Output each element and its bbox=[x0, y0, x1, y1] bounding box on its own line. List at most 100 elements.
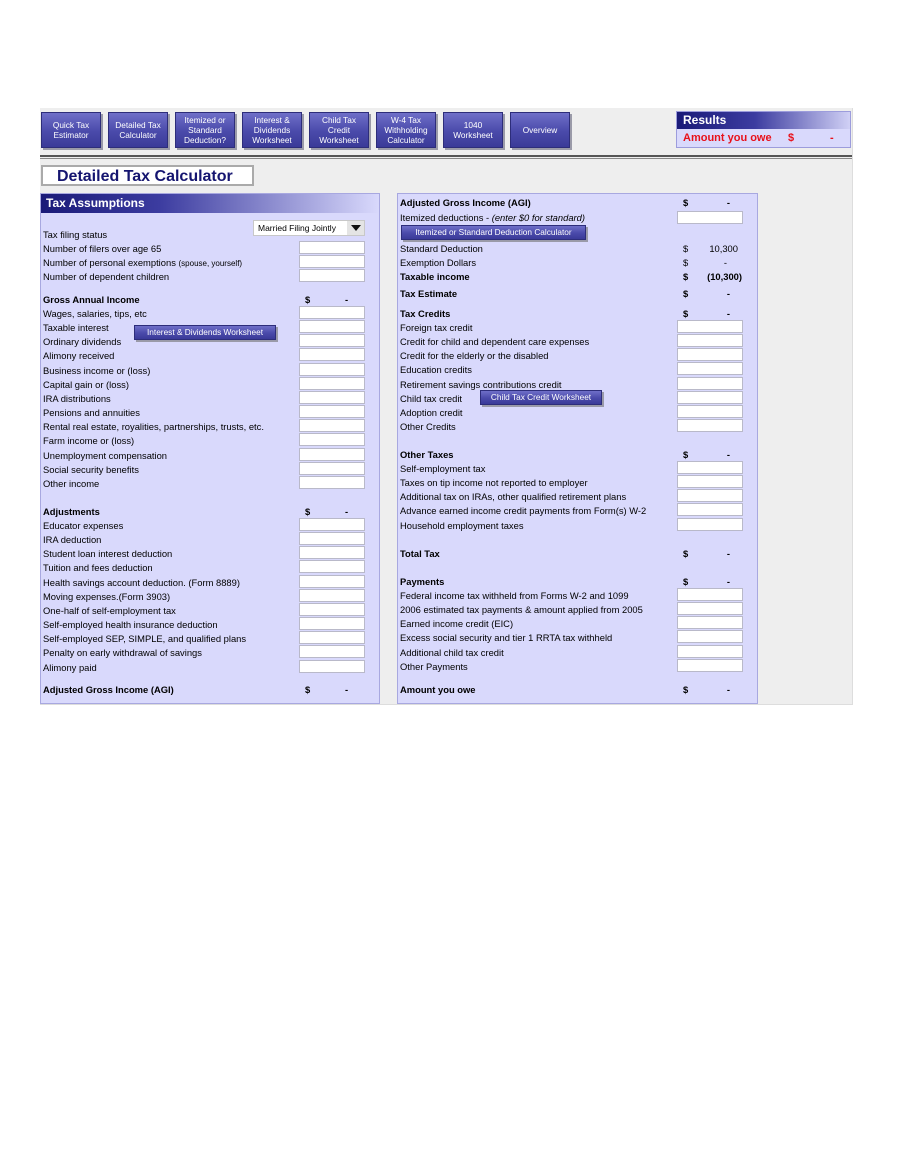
dependent-children-input[interactable] bbox=[299, 269, 365, 282]
amount-owe-value: - bbox=[726, 684, 730, 695]
gross-income-item-input[interactable] bbox=[299, 348, 365, 362]
tax-credits-total: - bbox=[726, 308, 730, 319]
total-tax-value: - bbox=[726, 548, 730, 559]
gross-income-item-input[interactable] bbox=[299, 334, 365, 348]
itemized-deductions-input[interactable] bbox=[677, 211, 743, 224]
deduction-calculator-button[interactable]: Itemized or Standard Deduction Calculato… bbox=[401, 225, 586, 240]
divider-bottom bbox=[40, 158, 852, 159]
tax-credit-item-label: Child tax credit bbox=[400, 392, 463, 404]
gross-income-item-input[interactable] bbox=[299, 447, 365, 461]
adjustment-item-label: Moving expenses.(Form 3903) bbox=[43, 590, 171, 602]
gross-income-item-input[interactable] bbox=[299, 461, 365, 475]
standard-deduction-value: 10,300 bbox=[709, 243, 738, 254]
tax-credit-item-input[interactable] bbox=[677, 348, 743, 362]
tax-credit-item-input[interactable] bbox=[677, 362, 743, 376]
nav-itemized-standard-button[interactable]: Itemized or Standard Deduction? bbox=[175, 112, 235, 148]
tax-credit-item-label: Retirement savings contributions credit bbox=[400, 378, 562, 390]
results-amount-value: - bbox=[830, 132, 834, 144]
gross-income-item-label: Business income or (loss) bbox=[43, 364, 151, 376]
results-title: Results bbox=[677, 112, 850, 129]
other-tax-item-input[interactable] bbox=[677, 503, 743, 517]
filing-status-value: Married Filing Jointly bbox=[258, 223, 336, 233]
adjustment-item-input[interactable] bbox=[299, 659, 365, 673]
itemized-deductions-label: Itemized deductions - (enter $0 for stan… bbox=[400, 212, 585, 224]
tax-credit-item-input[interactable] bbox=[677, 376, 743, 390]
adjustments-currency: $ bbox=[305, 506, 311, 517]
nav-w4-withholding-button[interactable]: W-4 Tax Withholding Calculator bbox=[376, 112, 436, 148]
personal-exemptions-input[interactable] bbox=[299, 255, 365, 268]
nav-quick-tax-estimator-button[interactable]: Quick Tax Estimator bbox=[41, 112, 101, 148]
adjustment-item-input[interactable] bbox=[299, 645, 365, 659]
gross-income-item-input[interactable] bbox=[299, 405, 365, 419]
adjustment-item-input[interactable] bbox=[299, 588, 365, 602]
gross-income-item-input[interactable] bbox=[299, 390, 365, 404]
adjustment-item-input[interactable] bbox=[299, 518, 365, 531]
payment-item-input[interactable] bbox=[677, 588, 743, 601]
other-tax-item-input[interactable] bbox=[677, 461, 743, 474]
gross-income-item-label: Taxable interest bbox=[43, 322, 109, 334]
adjustment-item-input[interactable] bbox=[299, 574, 365, 588]
gross-income-item-input[interactable] bbox=[299, 433, 365, 447]
gross-income-item-input[interactable] bbox=[299, 306, 365, 319]
other-tax-item-input[interactable] bbox=[677, 489, 743, 503]
tax-credit-item-label: Credit for the elderly or the disabled bbox=[400, 350, 549, 362]
adjustment-item-input[interactable] bbox=[299, 532, 365, 546]
filers-over-65-label: Number of filers over age 65 bbox=[43, 243, 162, 254]
gross-income-item-input[interactable] bbox=[299, 376, 365, 390]
payment-item-input[interactable] bbox=[677, 658, 743, 672]
gross-income-total: - bbox=[345, 294, 349, 305]
payment-item-label: Other Payments bbox=[400, 660, 468, 672]
adjustment-item-input[interactable] bbox=[299, 602, 365, 616]
standard-deduction-label: Standard Deduction bbox=[400, 243, 483, 254]
other-tax-item-input[interactable] bbox=[677, 475, 743, 489]
tax-credit-item-label: Foreign tax credit bbox=[400, 322, 473, 333]
adjustment-item-label: IRA deduction bbox=[43, 534, 102, 546]
adjustment-item-input[interactable] bbox=[299, 560, 365, 574]
payment-item-input[interactable] bbox=[677, 616, 743, 630]
gross-income-item-input[interactable] bbox=[299, 362, 365, 376]
personal-exemptions-note: (spouse, yourself) bbox=[178, 259, 243, 268]
payment-item-input[interactable] bbox=[677, 602, 743, 616]
filing-status-select[interactable]: Married Filing Jointly bbox=[253, 220, 365, 236]
nav-1040-worksheet-button[interactable]: 1040 Worksheet bbox=[443, 112, 503, 148]
adjustment-item-label: Educator expenses bbox=[43, 520, 124, 531]
gross-income-item-input[interactable] bbox=[299, 320, 365, 334]
other-tax-item-label: Self-employment tax bbox=[400, 463, 486, 474]
exemption-dollars-value: - bbox=[723, 257, 727, 268]
gross-income-item-label: Unemployment compensation bbox=[43, 449, 168, 461]
tax-credit-item-input[interactable] bbox=[677, 419, 743, 433]
payments-total: - bbox=[726, 576, 730, 587]
right-agi-label: Adjusted Gross Income (AGI) bbox=[400, 197, 531, 208]
exemption-dollars-label: Exemption Dollars bbox=[400, 257, 477, 268]
left-agi-value: - bbox=[345, 684, 349, 695]
gross-income-item-label: Ordinary dividends bbox=[43, 336, 122, 348]
adjustments-title: Adjustments bbox=[43, 506, 100, 517]
adjustment-item-input[interactable] bbox=[299, 617, 365, 631]
total-tax-label: Total Tax bbox=[400, 548, 440, 559]
payment-item-input[interactable] bbox=[677, 644, 743, 658]
filers-over-65-input[interactable] bbox=[299, 241, 365, 254]
tax-credit-item-input[interactable] bbox=[677, 334, 743, 348]
gross-income-item-input[interactable] bbox=[299, 475, 365, 489]
tax-credit-item-input[interactable] bbox=[677, 390, 743, 404]
interest-dividends-worksheet-button[interactable]: Interest & Dividends Worksheet bbox=[134, 325, 276, 340]
other-tax-item-input[interactable] bbox=[677, 517, 743, 531]
chevron-down-icon[interactable] bbox=[347, 221, 364, 235]
adjustment-item-input[interactable] bbox=[299, 631, 365, 645]
gross-income-item-label: Farm income or (loss) bbox=[43, 435, 135, 447]
left-agi-currency: $ bbox=[305, 684, 311, 695]
tax-credit-item-input[interactable] bbox=[677, 404, 743, 418]
adjustment-item-input[interactable] bbox=[299, 546, 365, 560]
tax-assumptions-header: Tax Assumptions bbox=[41, 194, 379, 213]
nav-child-tax-credit-button[interactable]: Child Tax Credit Worksheet bbox=[309, 112, 369, 148]
adjustment-item-label: Self-employed health insurance deduction bbox=[43, 619, 218, 631]
payment-item-input[interactable] bbox=[677, 630, 743, 644]
tax-credit-item-input[interactable] bbox=[677, 320, 743, 333]
gross-income-item-input[interactable] bbox=[299, 419, 365, 433]
other-tax-item-label: Taxes on tip income not reported to empl… bbox=[400, 477, 588, 489]
nav-interest-dividends-button[interactable]: Interest & Dividends Worksheet bbox=[242, 112, 302, 148]
nav-overview-button[interactable]: Overview bbox=[510, 112, 570, 148]
gross-income-item-label: Other income bbox=[43, 477, 100, 489]
nav-detailed-tax-calculator-button[interactable]: Detailed Tax Calculator bbox=[108, 112, 168, 148]
child-tax-credit-worksheet-button[interactable]: Child Tax Credit Worksheet bbox=[480, 390, 602, 405]
